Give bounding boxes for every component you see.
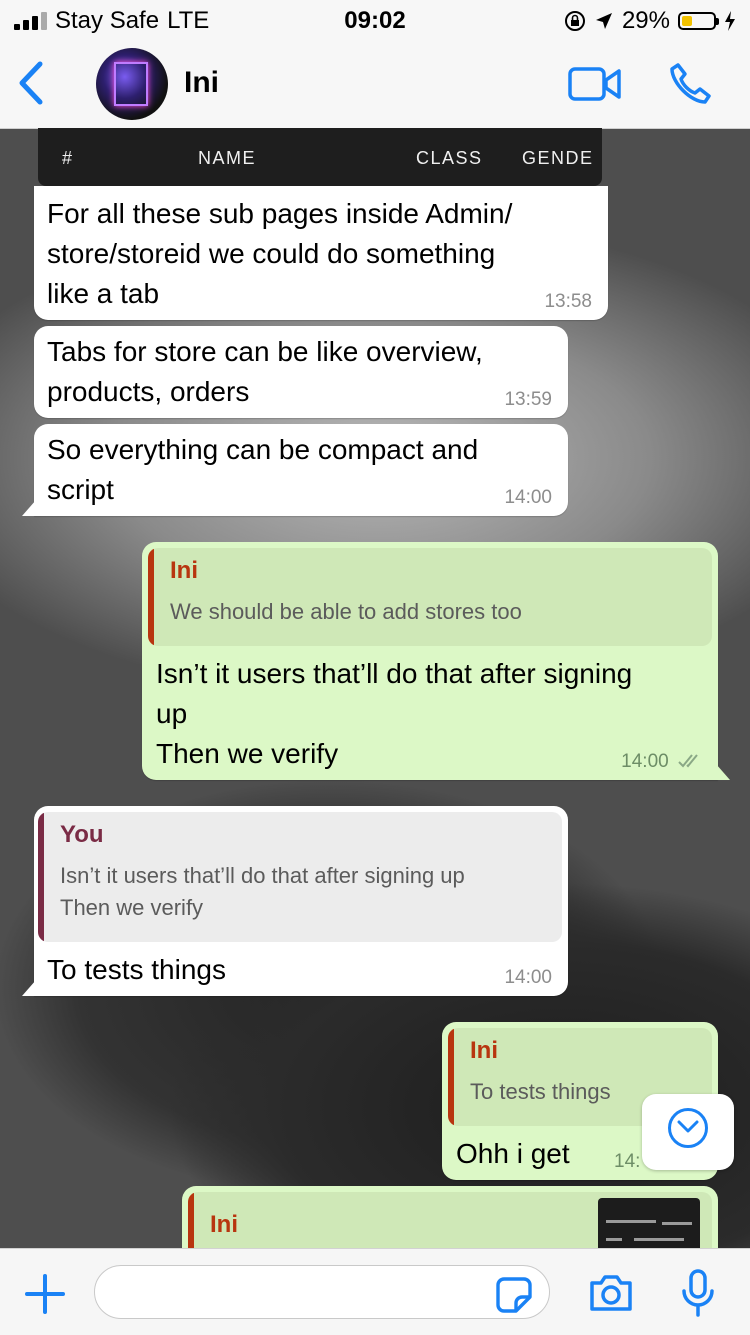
message-bubble-incoming[interactable]: So everything can be compact and script …	[22, 424, 568, 516]
chevron-down-icon	[677, 1120, 699, 1133]
message-text-line: products, orders	[47, 376, 250, 407]
table-col-class: CLASS	[416, 148, 483, 168]
message-time: 14:	[614, 1151, 641, 1172]
orientation-lock-icon	[564, 11, 585, 31]
quoted-text: We should be able to add stores too	[170, 599, 522, 624]
message-time: 13:59	[504, 389, 552, 410]
message-text-line: like a tab	[47, 278, 160, 309]
table-col-name: NAME	[198, 148, 257, 168]
quoted-text: Isn’t it users that’ll do that after sig…	[60, 860, 465, 924]
message-text-line: Tabs for store can be like overview,	[47, 336, 483, 367]
microphone-icon[interactable]	[680, 1269, 716, 1317]
phone-icon[interactable]	[668, 62, 712, 106]
video-camera-icon[interactable]	[568, 66, 622, 102]
quoted-text: To tests things	[470, 1079, 611, 1104]
message-bubble-outgoing[interactable]: Ini	[182, 1186, 718, 1248]
avatar[interactable]	[96, 48, 168, 120]
plus-icon[interactable]	[24, 1273, 66, 1315]
message-text-line: So everything can be compact and	[47, 434, 479, 465]
table-col-gender: GENDE	[522, 148, 594, 168]
quoted-message[interactable]: Ini We should be able to add stores too	[148, 548, 712, 646]
message-input[interactable]	[94, 1265, 550, 1319]
message-text-line: up	[156, 698, 188, 729]
message-bubble-incoming[interactable]: Tabs for store can be like overview, pro…	[34, 326, 568, 418]
message-bubble-outgoing[interactable]: Ini We should be able to add stores too …	[142, 542, 730, 780]
location-icon	[595, 13, 612, 29]
message-text-line: Isn’t it users that’ll do that after sig…	[156, 658, 633, 689]
quoted-text-line: Then we verify	[60, 895, 204, 920]
charging-icon	[725, 11, 735, 31]
message-time: 13:58	[544, 291, 592, 312]
contact-name[interactable]: Ini	[184, 66, 219, 100]
message-bubble-incoming[interactable]: You Isn’t it users that’ll do that after…	[22, 806, 568, 996]
quoted-message[interactable]: Ini	[188, 1192, 712, 1248]
battery-icon	[678, 12, 719, 30]
double-check-icon	[678, 754, 698, 768]
message-input-bar	[0, 1248, 750, 1335]
quoted-sender: Ini	[210, 1211, 238, 1238]
quoted-sender: Ini	[170, 557, 198, 584]
message-time: 14:00	[504, 967, 552, 988]
message-bubble-incoming[interactable]: For all these sub pages inside Admin/ st…	[34, 186, 608, 320]
quoted-image-thumbnail	[598, 1198, 700, 1248]
message-time: 14:00	[504, 487, 552, 508]
battery-percent: 29%	[621, 7, 670, 34]
message-text: Ohh i get	[456, 1138, 570, 1169]
message-text-line: Then we verify	[156, 738, 339, 769]
quoted-sender: Ini	[470, 1037, 498, 1064]
camera-icon[interactable]	[588, 1273, 634, 1313]
scroll-to-bottom-button[interactable]	[642, 1094, 734, 1170]
message-text-line: store/storeid we could do something	[47, 238, 496, 269]
message-text-line: script	[47, 474, 114, 505]
table-col-number: #	[62, 148, 74, 168]
quoted-message[interactable]: You Isn’t it users that’ll do that after…	[38, 812, 562, 942]
chat-header: Ini	[0, 40, 750, 129]
quoted-sender: You	[60, 821, 104, 848]
quoted-text-line: Isn’t it users that’ll do that after sig…	[60, 863, 465, 888]
table-image-preview[interactable]: # NAME CLASS GENDE	[38, 128, 602, 186]
chevron-left-icon[interactable]	[16, 60, 46, 106]
status-bar: Stay Safe LTE 09:02 29%	[0, 0, 750, 40]
message-text: To tests things	[47, 954, 226, 985]
message-time: 14:00	[621, 751, 669, 772]
sticker-icon[interactable]	[496, 1277, 532, 1313]
message-text-line: For all these sub pages inside Admin/	[47, 198, 513, 229]
